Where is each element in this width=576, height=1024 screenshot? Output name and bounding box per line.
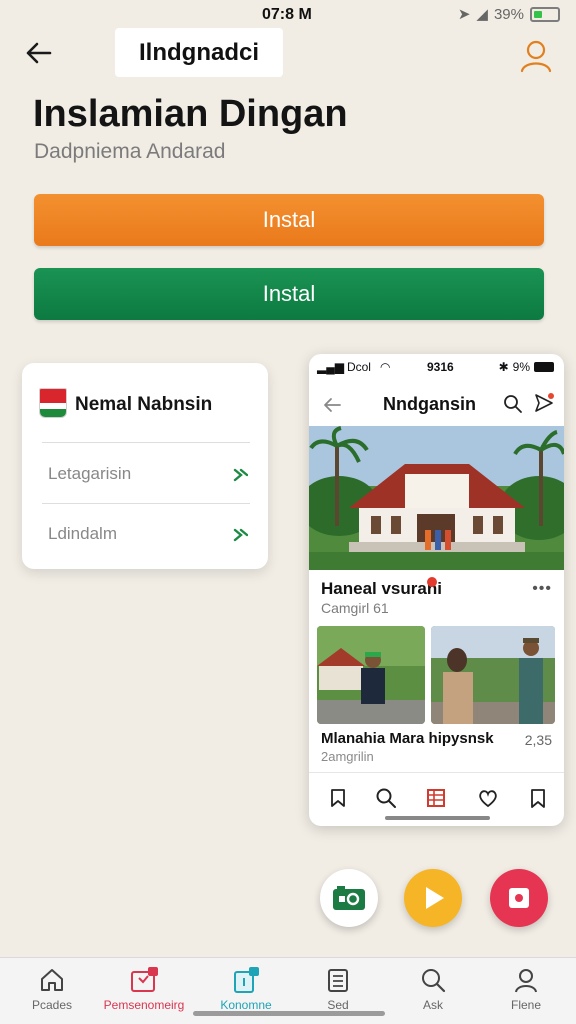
gallery-thumbnail[interactable] bbox=[317, 626, 425, 724]
phone-status-bar: ▂▄▆ Dcol ◠ 9316 ✱ 9% bbox=[315, 360, 558, 376]
nav-item-places[interactable]: Pcades bbox=[4, 966, 100, 1012]
location-icon: ➤ bbox=[457, 6, 471, 23]
post-title[interactable]: Haneal vsurani bbox=[321, 579, 442, 599]
send-icon[interactable] bbox=[533, 392, 555, 414]
region-card: Nemal Nabnsin Letagarisin Ldindalm bbox=[22, 363, 268, 569]
region-item-label: Letagarisin bbox=[48, 464, 132, 483]
signal-bars-icon: ▂▄▆ bbox=[317, 360, 344, 374]
gallery-caption-title: Mlanahia Mara hipysnsk bbox=[321, 730, 494, 747]
play-button[interactable] bbox=[404, 869, 462, 927]
nav-item-ask[interactable]: Ask bbox=[385, 966, 481, 1012]
shield-icon bbox=[131, 967, 158, 992]
camera-icon bbox=[333, 886, 365, 910]
page-subtitle: Dadpniema Andarad bbox=[34, 140, 226, 163]
search-icon[interactable] bbox=[503, 394, 523, 414]
hero-image[interactable] bbox=[309, 426, 564, 570]
notification-dot bbox=[427, 577, 437, 587]
gallery-count: 2,35 bbox=[524, 732, 552, 748]
nav-label: Ask bbox=[422, 998, 443, 1012]
gallery-thumbnail[interactable] bbox=[431, 626, 555, 724]
phone-time: 9316 bbox=[427, 360, 454, 374]
camera-button[interactable] bbox=[320, 869, 378, 927]
region-card-title: Nemal Nabnsin bbox=[75, 394, 213, 415]
heart-icon[interactable] bbox=[477, 787, 499, 809]
header-title: Ilndgnadci bbox=[115, 28, 283, 77]
phone-home-indicator bbox=[385, 816, 490, 820]
install-button-primary[interactable]: Instal bbox=[34, 194, 544, 246]
record-button[interactable] bbox=[490, 869, 548, 927]
nav-item-permissions[interactable]: Pemsenomeirg bbox=[96, 966, 192, 1012]
home-indicator bbox=[193, 1011, 385, 1016]
phone-battery-percent: 9% bbox=[512, 360, 530, 374]
status-time: 07:8 M bbox=[262, 6, 312, 23]
nav-label: Flene bbox=[510, 998, 542, 1012]
nav-item-content[interactable]: Konomne bbox=[198, 966, 294, 1012]
nav-label: Pemsenomeirg bbox=[103, 998, 185, 1012]
signal-icon: ◢ bbox=[476, 6, 488, 23]
chevron-right-icon[interactable] bbox=[232, 467, 248, 483]
list-icon bbox=[328, 969, 348, 992]
battery-percent: 39% bbox=[493, 5, 524, 23]
flag-icon bbox=[39, 388, 67, 418]
post-subtitle: Camgirl 61 bbox=[321, 600, 389, 616]
home-icon bbox=[41, 969, 63, 991]
region-item[interactable]: Letagarisin bbox=[48, 464, 248, 484]
bookmark-chat-icon[interactable] bbox=[327, 787, 349, 809]
divider bbox=[42, 503, 250, 504]
phone-title: Nndgansin bbox=[383, 394, 476, 414]
page-title: Inslamian Dingan bbox=[33, 93, 348, 135]
chevron-right-icon[interactable] bbox=[232, 527, 248, 543]
phone-preview: ▂▄▆ Dcol ◠ 9316 ✱ 9% Nndgansin Haneal vs… bbox=[309, 354, 564, 826]
user-icon[interactable] bbox=[518, 38, 554, 74]
nav-label: Konomne bbox=[220, 998, 272, 1012]
nav-label: Pcades bbox=[31, 998, 73, 1012]
nav-item-profile[interactable]: Flene bbox=[478, 966, 574, 1012]
nav-item-sed[interactable]: Sed bbox=[290, 966, 386, 1012]
search-icon[interactable] bbox=[375, 787, 397, 809]
record-icon bbox=[509, 888, 529, 908]
battery-icon bbox=[530, 6, 560, 22]
wifi-icon: ◠ bbox=[379, 360, 391, 374]
divider bbox=[42, 442, 250, 443]
carrier-label: Dcol bbox=[346, 360, 371, 374]
document-icon bbox=[234, 967, 259, 993]
arrow-left-icon[interactable] bbox=[22, 36, 56, 70]
region-item[interactable]: Ldindalm bbox=[48, 524, 248, 544]
gallery-caption-subtitle: 2amgrilin bbox=[321, 749, 374, 764]
bluetooth-icon: ✱ bbox=[498, 360, 509, 374]
region-item-label: Ldindalm bbox=[48, 524, 117, 543]
install-button-secondary[interactable]: Instal bbox=[34, 268, 544, 320]
nav-label: Sed bbox=[327, 998, 349, 1012]
status-icons: ➤ ◢ 39% bbox=[458, 5, 560, 23]
bookmark-icon[interactable] bbox=[527, 787, 549, 809]
calendar-icon[interactable] bbox=[425, 787, 447, 809]
user-icon bbox=[515, 969, 537, 993]
arrow-left-icon[interactable] bbox=[321, 394, 343, 416]
phone-battery-icon bbox=[534, 362, 554, 372]
play-icon bbox=[426, 887, 444, 909]
search-icon bbox=[422, 969, 446, 993]
more-icon[interactable]: ••• bbox=[532, 580, 552, 598]
